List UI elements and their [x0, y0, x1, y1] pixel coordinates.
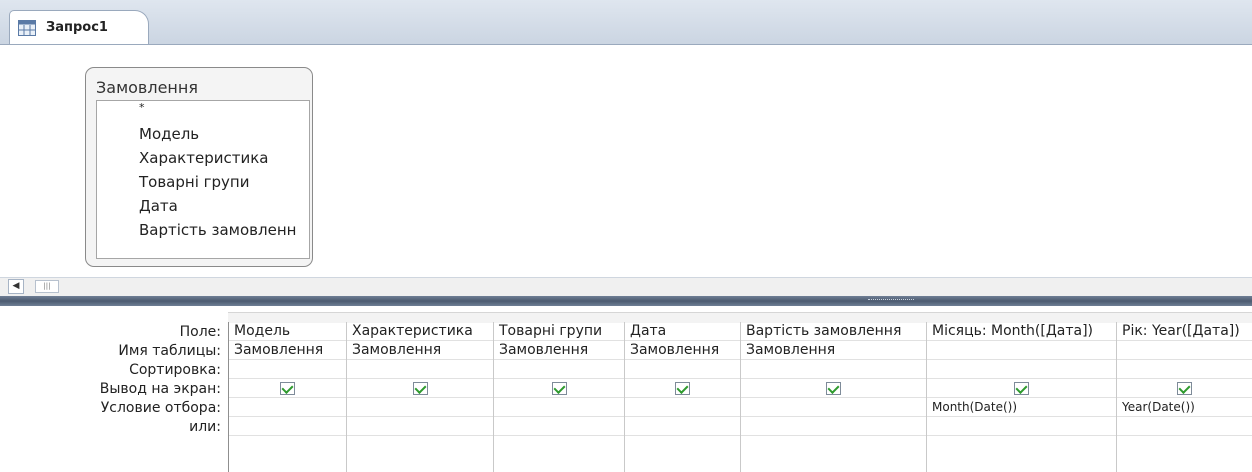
table-cell[interactable]: Замовлення [494, 341, 624, 360]
field-item[interactable]: Товарні групи [139, 173, 249, 191]
scroll-thumb[interactable]: ||| [35, 280, 59, 293]
sort-cell[interactable] [1117, 360, 1252, 379]
or-cell[interactable] [741, 417, 926, 436]
or-cell[interactable] [927, 417, 1116, 436]
field-cell[interactable]: Дата [625, 322, 740, 341]
table-cell[interactable]: Замовлення [347, 341, 493, 360]
splitter-grip[interactable] [868, 299, 914, 303]
show-cell[interactable] [625, 379, 740, 398]
field-cell[interactable]: Рік: Year([Дата]) [1117, 322, 1252, 341]
grid-column: Товарні групи Замовлення [493, 322, 624, 472]
show-cell[interactable] [494, 379, 624, 398]
sort-cell[interactable] [741, 360, 926, 379]
show-checkbox[interactable] [675, 382, 690, 395]
show-cell[interactable] [229, 379, 346, 398]
grid-column: Дата Замовлення [624, 322, 740, 472]
show-checkbox[interactable] [1014, 382, 1029, 395]
sort-cell[interactable] [927, 360, 1116, 379]
field-item[interactable]: Характеристика [139, 149, 268, 167]
field-cell[interactable]: Вартість замовлення [741, 322, 926, 341]
criteria-cell[interactable] [494, 398, 624, 417]
show-cell[interactable] [927, 379, 1116, 398]
show-cell[interactable] [1117, 379, 1252, 398]
sort-cell[interactable] [229, 360, 346, 379]
table-cell[interactable]: Замовлення [741, 341, 926, 360]
row-label-sort: Сортировка: [129, 362, 221, 378]
table-cell[interactable] [927, 341, 1116, 360]
sort-cell[interactable] [347, 360, 493, 379]
show-checkbox[interactable] [552, 382, 567, 395]
show-checkbox[interactable] [413, 382, 428, 395]
table-cell[interactable] [1117, 341, 1252, 360]
scroll-left-icon[interactable]: ◀ [8, 279, 24, 294]
criteria-cell[interactable] [347, 398, 493, 417]
field-item[interactable]: Модель [139, 125, 199, 143]
grid-column: Модель Замовлення [228, 322, 346, 472]
or-cell[interactable] [625, 417, 740, 436]
row-label-show: Вывод на экран: [99, 381, 221, 397]
field-list-body: * Модель Характеристика Товарні групи Да… [96, 100, 310, 259]
row-label-field: Поле: [179, 324, 221, 340]
row-label-or: или: [189, 419, 221, 435]
design-grid: Модель Замовлення Характеристика Замовлення… [228, 322, 1252, 472]
query-icon [18, 19, 36, 36]
show-checkbox[interactable] [280, 382, 295, 395]
show-checkbox[interactable] [826, 382, 841, 395]
horizontal-scrollbar[interactable]: ◀ ||| [0, 277, 1252, 296]
criteria-cell[interactable]: Year(Date()) [1117, 398, 1252, 417]
query-design-grid-pane: Поле: Имя таблицы: Сортировка: Вывод на … [0, 306, 1252, 472]
tab-label: Запрос1 [46, 20, 108, 35]
sort-cell[interactable] [494, 360, 624, 379]
pane-splitter[interactable] [0, 296, 1252, 306]
or-cell[interactable] [1117, 417, 1252, 436]
criteria-cell[interactable] [741, 398, 926, 417]
sort-cell[interactable] [625, 360, 740, 379]
grid-column: Місяць: Month([Дата]) Month(Date()) [926, 322, 1116, 472]
field-item-all[interactable]: * [139, 101, 145, 114]
field-cell[interactable]: Місяць: Month([Дата]) [927, 322, 1116, 341]
field-list-title: Замовлення [96, 78, 198, 97]
or-cell[interactable] [229, 417, 346, 436]
query-tab[interactable]: Запрос1 [9, 10, 149, 44]
show-cell[interactable] [347, 379, 493, 398]
grid-column: Рік: Year([Дата]) Year(Date()) [1116, 322, 1252, 472]
or-cell[interactable] [494, 417, 624, 436]
field-cell[interactable]: Товарні групи [494, 322, 624, 341]
query-design-upper-pane: Замовлення * Модель Характеристика Товар… [0, 45, 1252, 277]
criteria-cell[interactable] [625, 398, 740, 417]
grid-column: Характеристика Замовлення [346, 322, 493, 472]
field-cell[interactable]: Модель [229, 322, 346, 341]
table-field-list[interactable]: Замовлення * Модель Характеристика Товар… [85, 67, 313, 267]
table-cell[interactable]: Замовлення [625, 341, 740, 360]
grid-column: Вартість замовлення Замовлення [740, 322, 926, 472]
show-cell[interactable] [741, 379, 926, 398]
or-cell[interactable] [347, 417, 493, 436]
criteria-cell[interactable] [229, 398, 346, 417]
criteria-cell[interactable]: Month(Date()) [927, 398, 1116, 417]
field-cell[interactable]: Характеристика [347, 322, 493, 341]
show-checkbox[interactable] [1177, 382, 1192, 395]
row-label-criteria: Условие отбора: [100, 400, 221, 416]
document-tab-strip: Запрос1 [0, 0, 1252, 45]
row-label-table: Имя таблицы: [118, 343, 221, 359]
table-cell[interactable]: Замовлення [229, 341, 346, 360]
field-item[interactable]: Вартість замовленн [139, 221, 296, 239]
field-item[interactable]: Дата [139, 197, 178, 215]
